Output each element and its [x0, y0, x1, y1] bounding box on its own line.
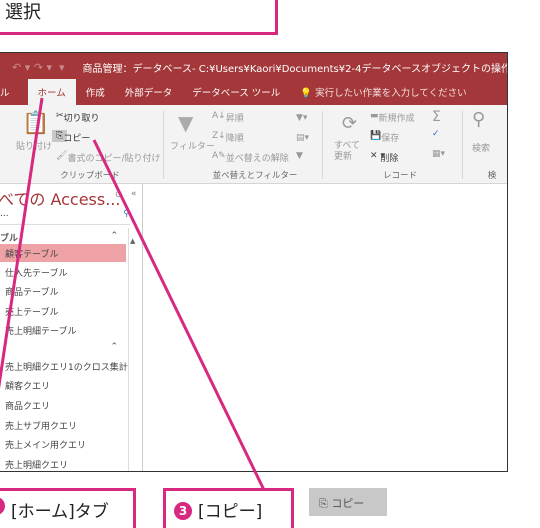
callout-text: [コピー]: [198, 502, 263, 522]
search-text: ...: [0, 209, 9, 219]
cut-label: 切り取り: [63, 114, 100, 124]
totals-icon[interactable]: Σ: [432, 109, 441, 125]
access-window: ↶ ▾ ↷ ▾ ▾ 商品管理：データベース- C:¥Users¥Kaori¥Do…: [0, 52, 508, 472]
save-label: 保存: [381, 134, 400, 144]
ascending-label: 昇順: [225, 114, 244, 124]
new-label: 新規作成: [378, 114, 415, 124]
navigation-pane: べての Access... ⊙ « ... ⚲ ブル ⌃ 顧客テーブル 仕入先テーブ…: [0, 184, 143, 471]
clear-sort-label: 並べ替えの解除: [225, 154, 289, 164]
list-item[interactable]: 仕入先テーブル: [0, 263, 126, 281]
refresh-button[interactable]: すべて更新: [334, 141, 364, 163]
tell-me-text: 実行したい作業を入力してください: [315, 88, 467, 99]
filter-icon: ▼: [178, 111, 194, 135]
new-record-button[interactable]: ▬ 新規作成: [370, 111, 415, 124]
step-number-icon: [0, 497, 5, 515]
title-bar: ↶ ▾ ↷ ▾ ▾ 商品管理：データベース- C:¥Users¥Kaori¥Do…: [0, 53, 507, 81]
nav-search-input[interactable]: ... ⚲: [0, 209, 130, 225]
step-number: 3: [174, 502, 192, 520]
callout-text: [ホーム]タブ: [11, 502, 109, 522]
find-button[interactable]: 検索: [472, 141, 490, 154]
copy-button[interactable]: ⎘ コピー: [52, 130, 90, 144]
refresh-icon: ⟳: [342, 113, 358, 134]
list-item[interactable]: 売上メイン用クエリ: [0, 435, 126, 453]
save-record-button[interactable]: 💾 保存: [370, 131, 399, 144]
search-icon[interactable]: ⚲: [123, 209, 130, 219]
descending-label: 降順: [225, 134, 244, 144]
ascending-button[interactable]: A↓ 昇順: [212, 111, 244, 124]
delete-label: 削除: [380, 154, 399, 164]
nav-menu-icon[interactable]: ⊙: [115, 190, 123, 200]
collapse-icon: ⌃: [110, 342, 118, 352]
list-item[interactable]: 顧客テーブル: [0, 244, 126, 262]
tab-external-data[interactable]: 外部データ: [115, 85, 183, 105]
format-painter-button[interactable]: 🖌 書式のコピー/貼り付け: [56, 151, 160, 164]
paste-button[interactable]: 貼り付け: [16, 139, 52, 152]
list-item[interactable]: 売上サブ用クエリ: [0, 416, 126, 434]
clipboard-group-label: クリップボード: [60, 171, 120, 181]
advanced-filter-icon[interactable]: ▼▾: [296, 113, 307, 123]
divider: [163, 111, 164, 179]
clear-sort-button[interactable]: A✎ 並べ替えの解除: [212, 151, 289, 164]
section-label: ブル: [0, 234, 19, 244]
ribbon: 📋 貼り付け ✂ 切り取り ⎘ コピー 🖌 書式のコピー/貼り付け クリップボー…: [0, 105, 507, 184]
window-title: 商品管理：データベース- C:¥Users¥Kaori¥Documents¥2-…: [82, 63, 508, 75]
section-header-tables[interactable]: ブル ⌃: [0, 231, 122, 244]
list-item[interactable]: 売上明細クエリ: [0, 455, 126, 471]
divider: [322, 111, 323, 179]
paste-icon: 📋: [22, 111, 50, 136]
copy-label: コピー: [63, 134, 91, 144]
scroll-up-icon[interactable]: ▲: [129, 237, 135, 245]
list-item[interactable]: 顧客クエリ: [0, 376, 126, 394]
ribbon-tabs: ル ホーム 作成 外部データ データベース ツール 💡 実行したい作業を入力して…: [0, 79, 507, 105]
more-icon[interactable]: ▦▾: [432, 149, 445, 159]
copy-icon: ⎘: [319, 497, 328, 510]
callout-text: 選択: [5, 2, 41, 23]
list-item[interactable]: 売上明細クエリ1のクロス集計: [0, 357, 128, 375]
records-group-label: レコード: [382, 171, 417, 181]
list-item[interactable]: 売上テーブル: [0, 302, 126, 320]
undo-redo-icon[interactable]: ↶ ▾ ↷ ▾ ▾: [12, 61, 64, 74]
selection-filter-icon[interactable]: ▤▾: [296, 133, 309, 143]
tell-me-input[interactable]: 💡 実行したい作業を入力してください: [300, 85, 466, 105]
divider: [462, 111, 463, 179]
callout-copy: 3 [コピー]: [163, 488, 294, 528]
collapse-icon: ⌃: [110, 231, 118, 241]
spelling-icon[interactable]: ✓: [432, 129, 440, 139]
filter-button[interactable]: フィルター: [170, 139, 215, 152]
find-icon: ⚲: [472, 109, 486, 130]
tab-home[interactable]: ホーム: [27, 79, 76, 105]
tab-database-tools[interactable]: データベース ツール: [182, 85, 290, 105]
find-group-label: 検: [487, 171, 497, 181]
list-item[interactable]: 商品クエリ: [0, 396, 126, 414]
nav-title[interactable]: べての Access...: [0, 186, 120, 210]
delete-record-button[interactable]: ✕ 削除 ▾: [370, 151, 398, 164]
tab-create[interactable]: 作成: [76, 85, 115, 105]
format-painter-label: 書式のコピー/貼り付け: [67, 154, 161, 164]
list-item[interactable]: 売上明細テーブル: [0, 321, 126, 339]
cut-button[interactable]: ✂ 切り取り: [56, 111, 100, 124]
copy-button-closeup: ⎘ コピー: [309, 488, 387, 516]
callout-home-tab: [ホーム]タブ: [0, 488, 136, 528]
collapse-pane-icon[interactable]: «: [131, 189, 137, 199]
descending-button[interactable]: Z↓ 降順: [212, 131, 244, 144]
nav-scrollbar[interactable]: ▲: [128, 228, 138, 471]
toggle-filter-icon[interactable]: ▼: [296, 151, 303, 161]
copy-closeup-label: コピー: [331, 497, 365, 510]
list-item[interactable]: 商品テーブル: [0, 282, 126, 300]
tab-file[interactable]: ル: [0, 85, 20, 105]
callout-select: 選択: [0, 0, 278, 35]
sort-filter-group-label: 並べ替えとフィルター: [212, 171, 298, 181]
